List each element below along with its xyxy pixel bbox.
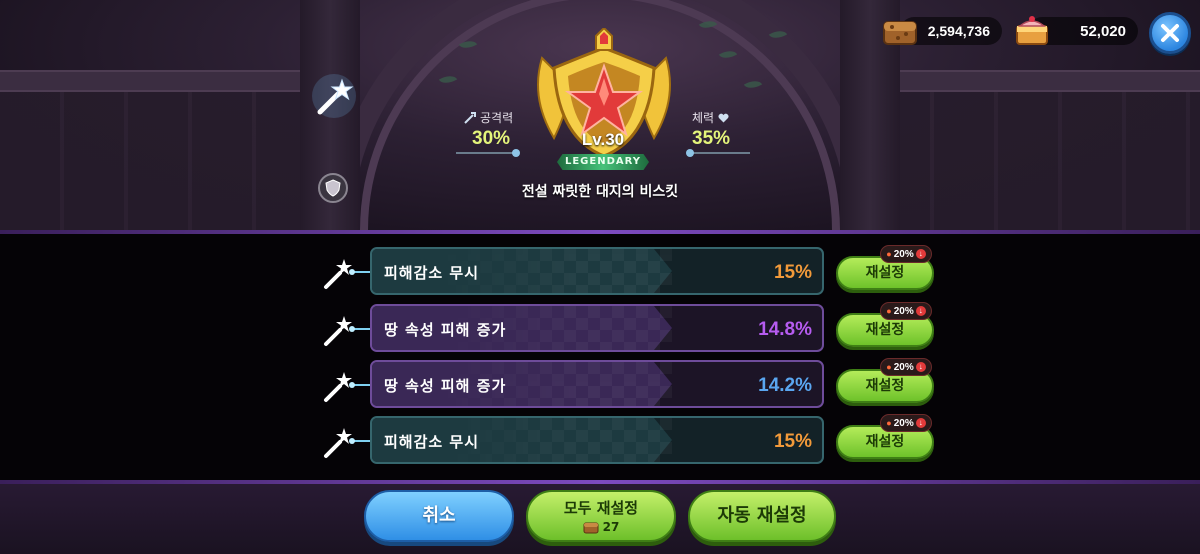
background-wall-right <box>870 70 1200 232</box>
option-name: 땅 속성 피해 증가 <box>384 377 507 395</box>
option-value: 15% <box>773 262 812 283</box>
shield-icon <box>325 179 341 197</box>
coins-value: 2,594,736 <box>927 23 990 39</box>
hp-stat-label: 체력 <box>692 109 729 126</box>
option-row-2: 땅 속성 피해 증가 14.8% <box>370 304 824 352</box>
option-row-3: 땅 속성 피해 증가 14.2% <box>370 360 824 408</box>
reset-cost-badge: ● 20% ↓ <box>880 302 932 320</box>
fire-icon: ● <box>886 362 892 372</box>
legendary-grade-badge: LEGENDARY <box>557 154 649 170</box>
crystals-value: 52,020 <box>1080 22 1126 40</box>
reset-cost-badge: ● 20% ↓ <box>880 245 932 263</box>
background-frieze-left <box>0 70 330 92</box>
reset-cost-text: 20% <box>893 248 914 260</box>
option-row-1: 피해감소 무시 15% <box>370 247 824 295</box>
background-wall-left <box>0 70 330 232</box>
row-connector-dot <box>349 326 355 332</box>
row-connector-dot <box>349 382 355 388</box>
cancel-button[interactable]: 취소 <box>364 490 514 542</box>
hp-stat-value: 35% <box>692 128 731 149</box>
close-button[interactable] <box>1149 12 1191 54</box>
magic-wand-icon <box>312 74 356 118</box>
option-name: 피해감소 무시 <box>384 433 480 451</box>
reset-cost-badge: ● 20% ↓ <box>880 358 932 376</box>
hp-label-text: 체력 <box>692 111 715 125</box>
fire-icon: ● <box>886 306 892 316</box>
reset-all-label: 모두 재설정 <box>563 499 639 517</box>
option-name: 피해감소 무시 <box>384 264 480 282</box>
row-connector-dot <box>349 269 355 275</box>
arrow-down-icon: ↓ <box>915 418 926 428</box>
auto-reset-button[interactable]: 자동 재설정 <box>688 490 836 542</box>
topping-level: Lv.30 <box>581 130 625 149</box>
hp-stat-dot <box>686 149 694 157</box>
arrow-down-icon: ↓ <box>915 249 926 259</box>
attack-stat-label: 공격력 <box>464 109 513 126</box>
option-value: 14.2% <box>758 375 812 396</box>
reset-cost-badge: ● 20% ↓ <box>880 414 932 432</box>
attack-label-text: 공격력 <box>480 111 514 125</box>
attack-stat-value: 30% <box>472 128 511 149</box>
hp-stat-line <box>690 152 750 154</box>
option-name: 땅 속성 피해 증가 <box>384 321 507 339</box>
reset-all-cost: 27 <box>528 518 674 536</box>
treasure-chest-icon <box>583 522 599 534</box>
option-row-4: 피해감소 무시 15% <box>370 416 824 464</box>
reset-cost-text: 20% <box>893 361 914 373</box>
arrow-down-icon: ↓ <box>915 306 926 316</box>
topping-name: 전설 짜릿한 대지의 비스킷 <box>521 184 679 200</box>
background-frieze-right <box>870 70 1200 92</box>
attack-stat-dot <box>512 149 520 157</box>
reset-cost-text: 20% <box>893 305 914 317</box>
reset-all-cost-value: 27 <box>602 520 620 534</box>
sword-icon <box>464 111 476 124</box>
close-icon <box>1161 24 1179 42</box>
option-value: 15% <box>773 431 812 452</box>
arrow-down-icon: ↓ <box>915 362 926 372</box>
topping-type-badge[interactable] <box>318 173 348 203</box>
row-connector-dot <box>349 438 355 444</box>
fire-icon: ● <box>886 249 892 259</box>
attack-stat-line <box>456 152 516 154</box>
treasure-chest-icon <box>883 21 917 45</box>
fire-icon: ● <box>886 418 892 428</box>
reset-cost-text: 20% <box>893 417 914 429</box>
reset-all-button[interactable]: 모두 재설정 27 <box>526 490 676 542</box>
cake-crystal-icon <box>1016 16 1048 45</box>
option-value: 14.8% <box>758 319 812 340</box>
heart-icon <box>718 113 729 122</box>
